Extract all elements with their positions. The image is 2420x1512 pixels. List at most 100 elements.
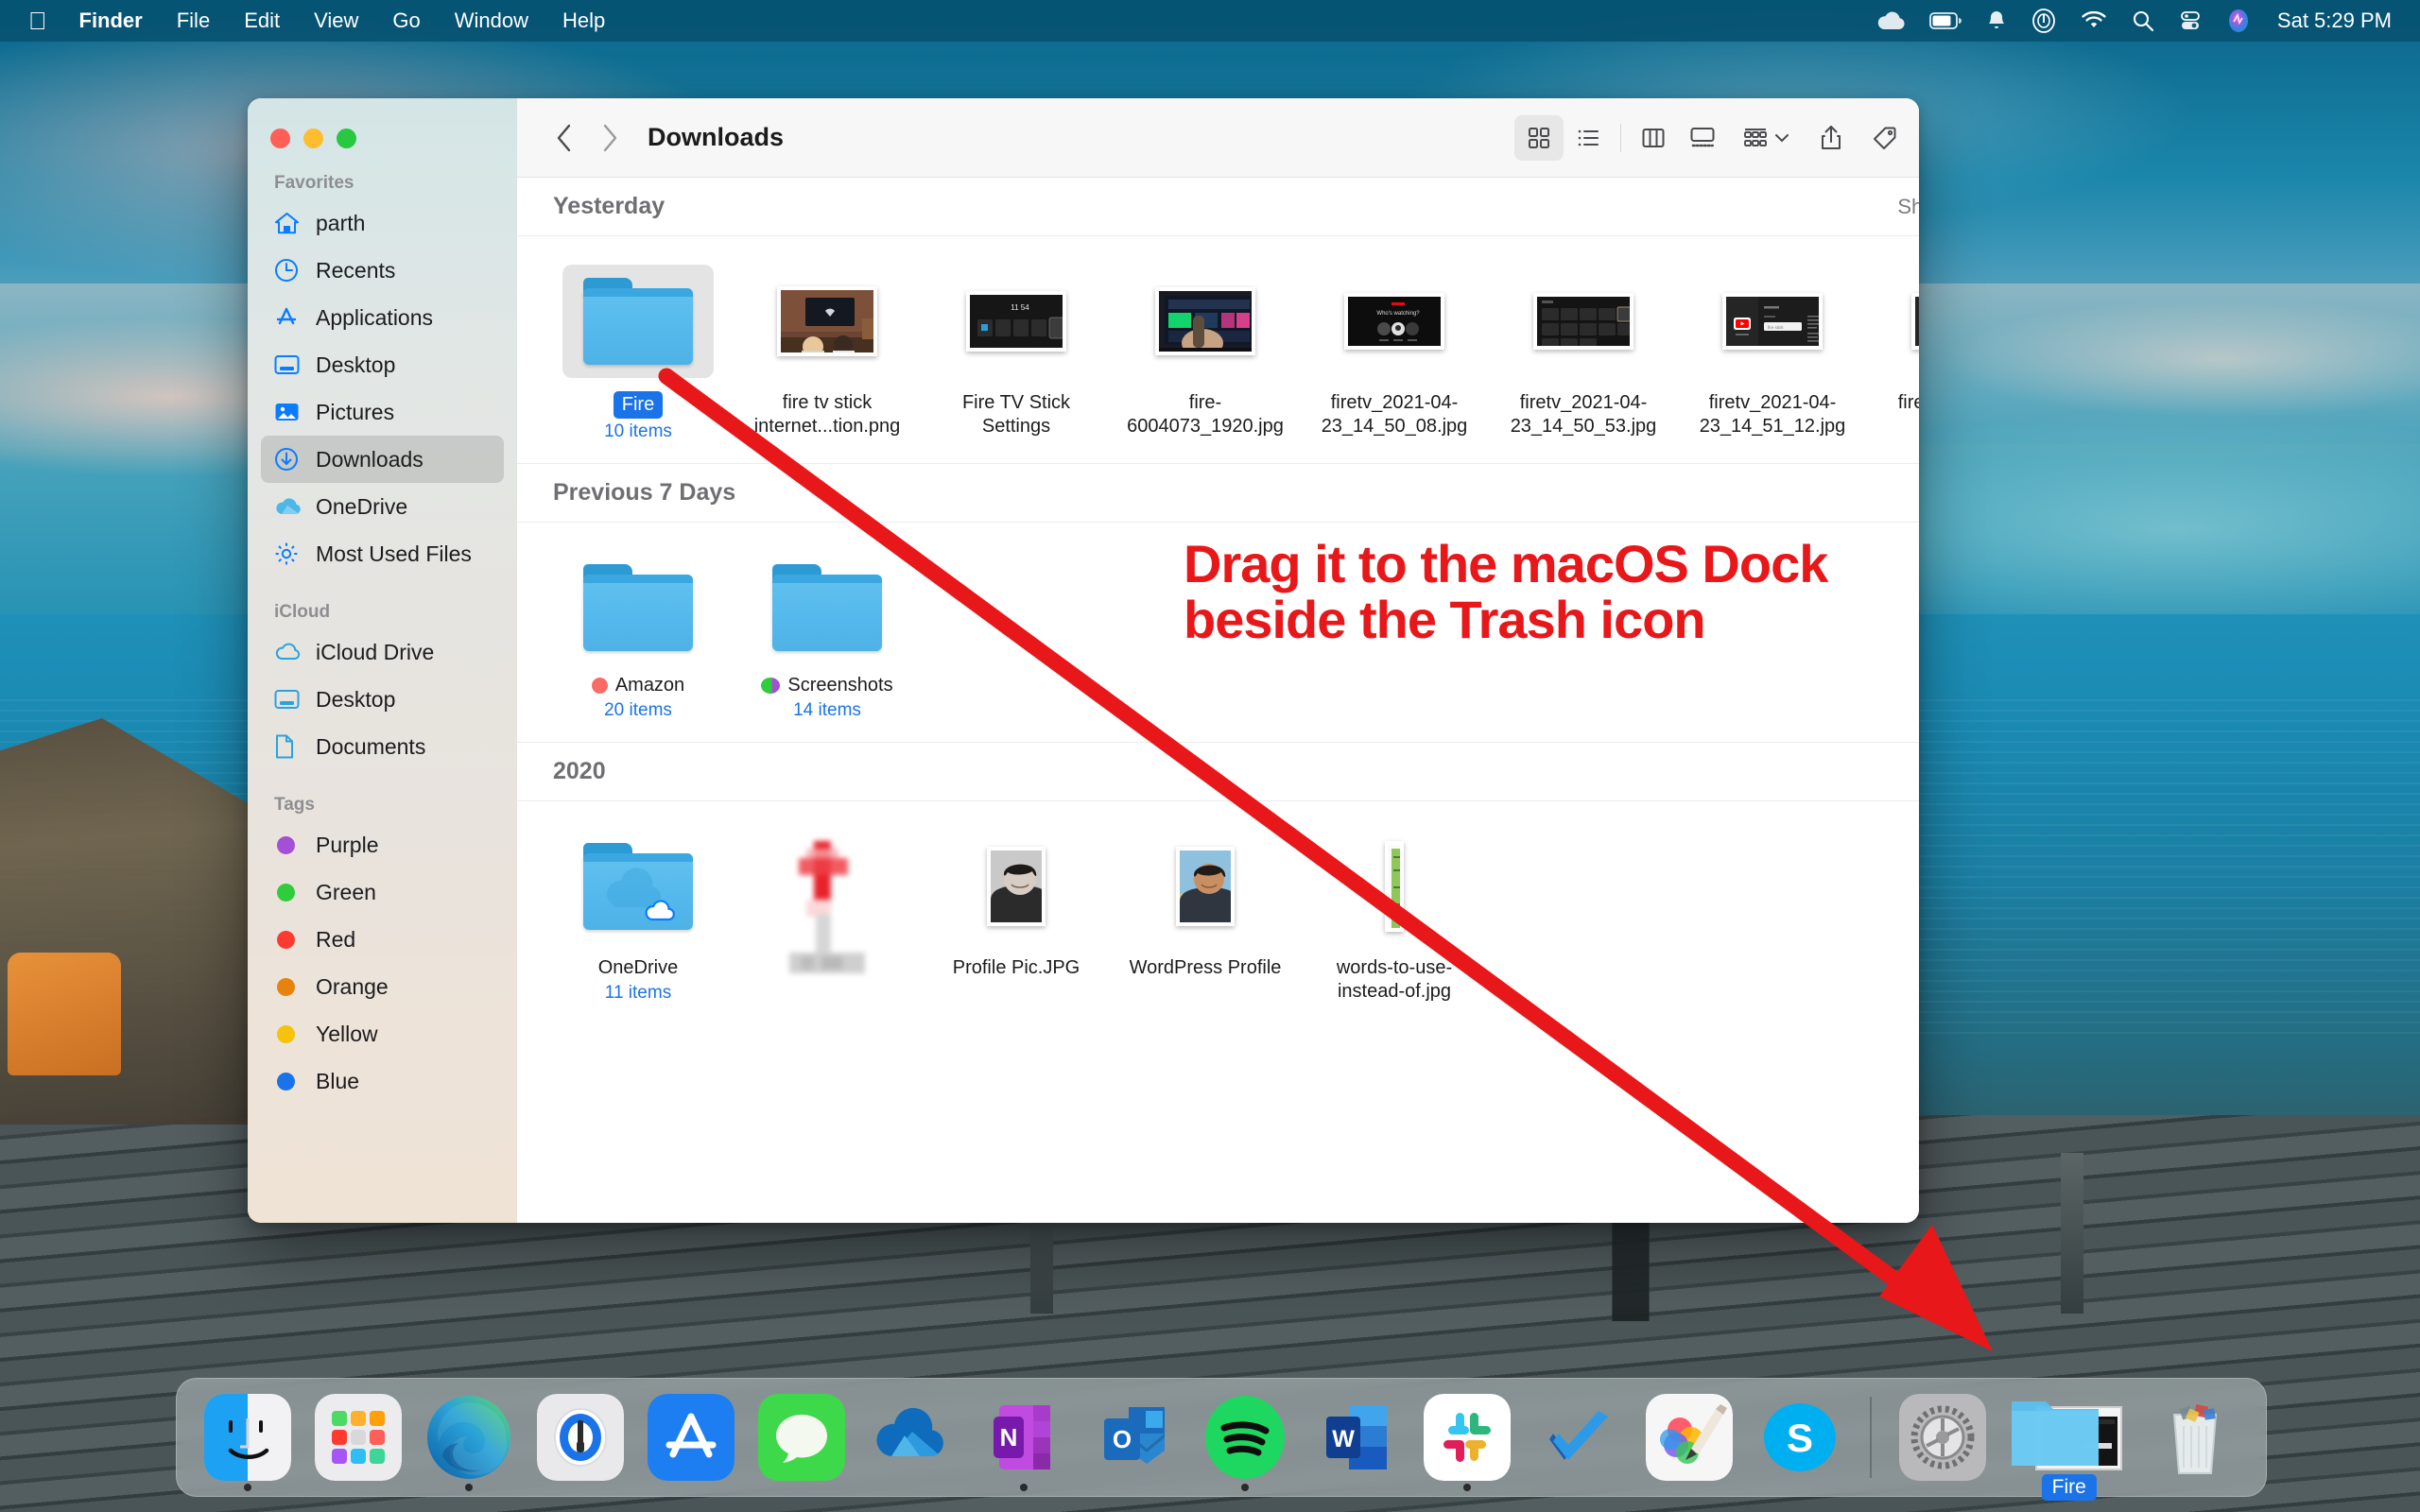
zoom-button[interactable] (337, 129, 356, 148)
dock-item-downloads-stack[interactable]: Fire (1998, 1378, 2140, 1501)
sidebar-item-desktop[interactable]: Desktop (261, 341, 504, 388)
group-by-button[interactable] (1727, 126, 1805, 150)
running-indicator (1241, 1484, 1250, 1491)
file-item[interactable]: WordPress Profile (1111, 820, 1300, 1004)
back-button[interactable] (542, 123, 587, 153)
dock-item-edge[interactable] (414, 1378, 525, 1497)
siri-icon[interactable] (2226, 9, 2251, 33)
menu-item-edit[interactable]: Edit (244, 9, 280, 33)
list-view-icon[interactable] (1564, 115, 1613, 161)
dock-item-trash[interactable] (2140, 1378, 2251, 1497)
gallery-view-icon[interactable] (1678, 115, 1727, 161)
dock-item-1password[interactable] (525, 1378, 635, 1497)
onedrive-icon[interactable] (1876, 10, 1905, 31)
dock-item-skype[interactable]: S (1744, 1378, 1855, 1497)
dock-item-word[interactable]: W (1301, 1378, 1411, 1497)
sidebar-item-applications[interactable]: Applications (261, 294, 504, 341)
home-icon (274, 212, 306, 235)
menu-item-window[interactable]: Window (455, 9, 528, 33)
sidebar-item-pictures[interactable]: Pictures (261, 388, 504, 436)
menubar-status-area (1876, 9, 2251, 33)
sidebar-item-onedrive[interactable]: OneDrive (261, 483, 504, 530)
dock-item-onenote[interactable]: N (968, 1378, 1079, 1497)
file-item[interactable] (733, 820, 922, 1004)
file-item[interactable]: fire-6004073_1920.jpg (1111, 255, 1300, 442)
macos-menu-bar:  Finder File Edit View Go Window Help (0, 0, 2420, 42)
sidebar-item-tag-green[interactable]: Green (261, 868, 504, 916)
sidebar-item-tag-orange[interactable]: Orange (261, 963, 504, 1010)
menu-item-view[interactable]: View (314, 9, 358, 33)
dock-item-slack[interactable] (1411, 1378, 1522, 1497)
dock-item-outlook[interactable]: O (1079, 1378, 1189, 1497)
sidebar-item-tag-blue[interactable]: Blue (261, 1057, 504, 1105)
sidebar-item-icloud-drive[interactable]: iCloud Drive (261, 628, 504, 676)
sidebar-item-most-used-files[interactable]: Most Used Files (261, 530, 504, 577)
running-indicator (465, 1484, 474, 1491)
column-view-icon[interactable] (1629, 115, 1678, 161)
dock-item-things[interactable] (1523, 1378, 1634, 1497)
sidebar-item-tag-yellow[interactable]: Yellow (261, 1010, 504, 1057)
sidebar-item-icloud-documents[interactable]: Documents (261, 723, 504, 770)
dock-item-onedrive[interactable] (857, 1378, 968, 1497)
close-button[interactable] (270, 129, 290, 148)
file-item[interactable]: fire stick firetv_2021-04-23_14_51_12.jp… (1678, 255, 1867, 442)
more-actions-button[interactable] (1912, 125, 1919, 151)
battery-icon[interactable] (1929, 11, 1962, 30)
messages-icon (758, 1394, 846, 1481)
show-all-link[interactable]: Show All (14) (1897, 195, 1919, 219)
minimize-button[interactable] (303, 129, 323, 148)
share-button[interactable] (1805, 125, 1858, 151)
file-item[interactable]: OneDrive 11 items (544, 820, 733, 1004)
sidebar-item-tag-red[interactable]: Red (261, 916, 504, 963)
tag-icon[interactable] (1858, 126, 1912, 150)
dock-item-app-store[interactable] (635, 1378, 746, 1497)
onedrive-icon (869, 1394, 956, 1481)
dock-item-messages[interactable] (746, 1378, 856, 1497)
file-item[interactable]: 11 54 Fire TV Stick Settings (922, 255, 1111, 442)
dock-item-finder[interactable] (192, 1378, 302, 1497)
file-item[interactable]: Profile Pic.JPG (922, 820, 1111, 1004)
dock-item-system-preferences[interactable] (1887, 1378, 1997, 1497)
control-center-icon[interactable] (2179, 9, 2202, 32)
menu-item-finder[interactable]: Finder (79, 9, 143, 33)
file-item[interactable]: Fire 10 items (544, 255, 733, 442)
file-item[interactable]: words-to-use-instead-of.jpg (1300, 820, 1489, 1004)
sidebar-item-parth[interactable]: parth (261, 199, 504, 247)
dock-item-spotify[interactable] (1190, 1378, 1301, 1497)
dock-item-pixelmator[interactable] (1634, 1378, 1744, 1497)
file-name: Profile Pic.JPG (952, 957, 1080, 978)
sidebar-item-recents[interactable]: Recents (261, 247, 504, 294)
folder-icon (772, 564, 882, 651)
menu-item-go[interactable]: Go (392, 9, 420, 33)
gear-icon (274, 541, 306, 566)
file-name: Fire (613, 391, 664, 419)
downloads-stack-icon (1998, 1388, 2140, 1486)
file-item[interactable]: firetv_2021-04-23_14_... (1867, 255, 1919, 442)
tag-dot-icon (274, 883, 306, 902)
menu-item-help[interactable]: Help (562, 9, 605, 33)
icon-view-icon[interactable] (1514, 114, 1564, 161)
menu-item-file[interactable]: File (177, 9, 210, 33)
file-item[interactable]: firetv_2021-04-23_14_50_53.jpg (1489, 255, 1678, 442)
file-item[interactable]: Screenshots 14 items (733, 541, 922, 721)
file-name: Fire TV Stick Settings (961, 392, 1071, 437)
sidebar-item-tag-purple[interactable]: Purple (261, 821, 504, 868)
apple-logo-icon[interactable]:  (28, 9, 47, 33)
file-subtitle: 11 items (604, 983, 672, 1003)
dock-item-launchpad[interactable] (302, 1378, 413, 1497)
notification-bell-icon[interactable] (1986, 9, 2007, 32)
file-item[interactable]: Amazon 20 items (544, 541, 733, 721)
1password-icon[interactable] (2031, 9, 2056, 33)
sidebar-item-icloud-desktop[interactable]: Desktop (261, 676, 504, 723)
wifi-icon[interactable] (2081, 11, 2107, 30)
forward-button[interactable] (587, 123, 632, 153)
spotlight-search-icon[interactable] (2132, 9, 2154, 32)
file-item[interactable]: Who's watching? firetv_2021-04-23_14_50_… (1300, 255, 1489, 442)
youtube-screen-partial (1911, 293, 1919, 350)
section-header-yesterday: Yesterday Show All (14) (517, 178, 1919, 236)
menubar-clock[interactable]: Sat 5:29 PM (2277, 9, 2392, 33)
file-item[interactable]: fire tv stick internet...tion.png (733, 255, 922, 442)
svg-text:W: W (1332, 1426, 1355, 1452)
edge-icon (425, 1394, 512, 1481)
sidebar-item-downloads[interactable]: Downloads (261, 436, 504, 483)
